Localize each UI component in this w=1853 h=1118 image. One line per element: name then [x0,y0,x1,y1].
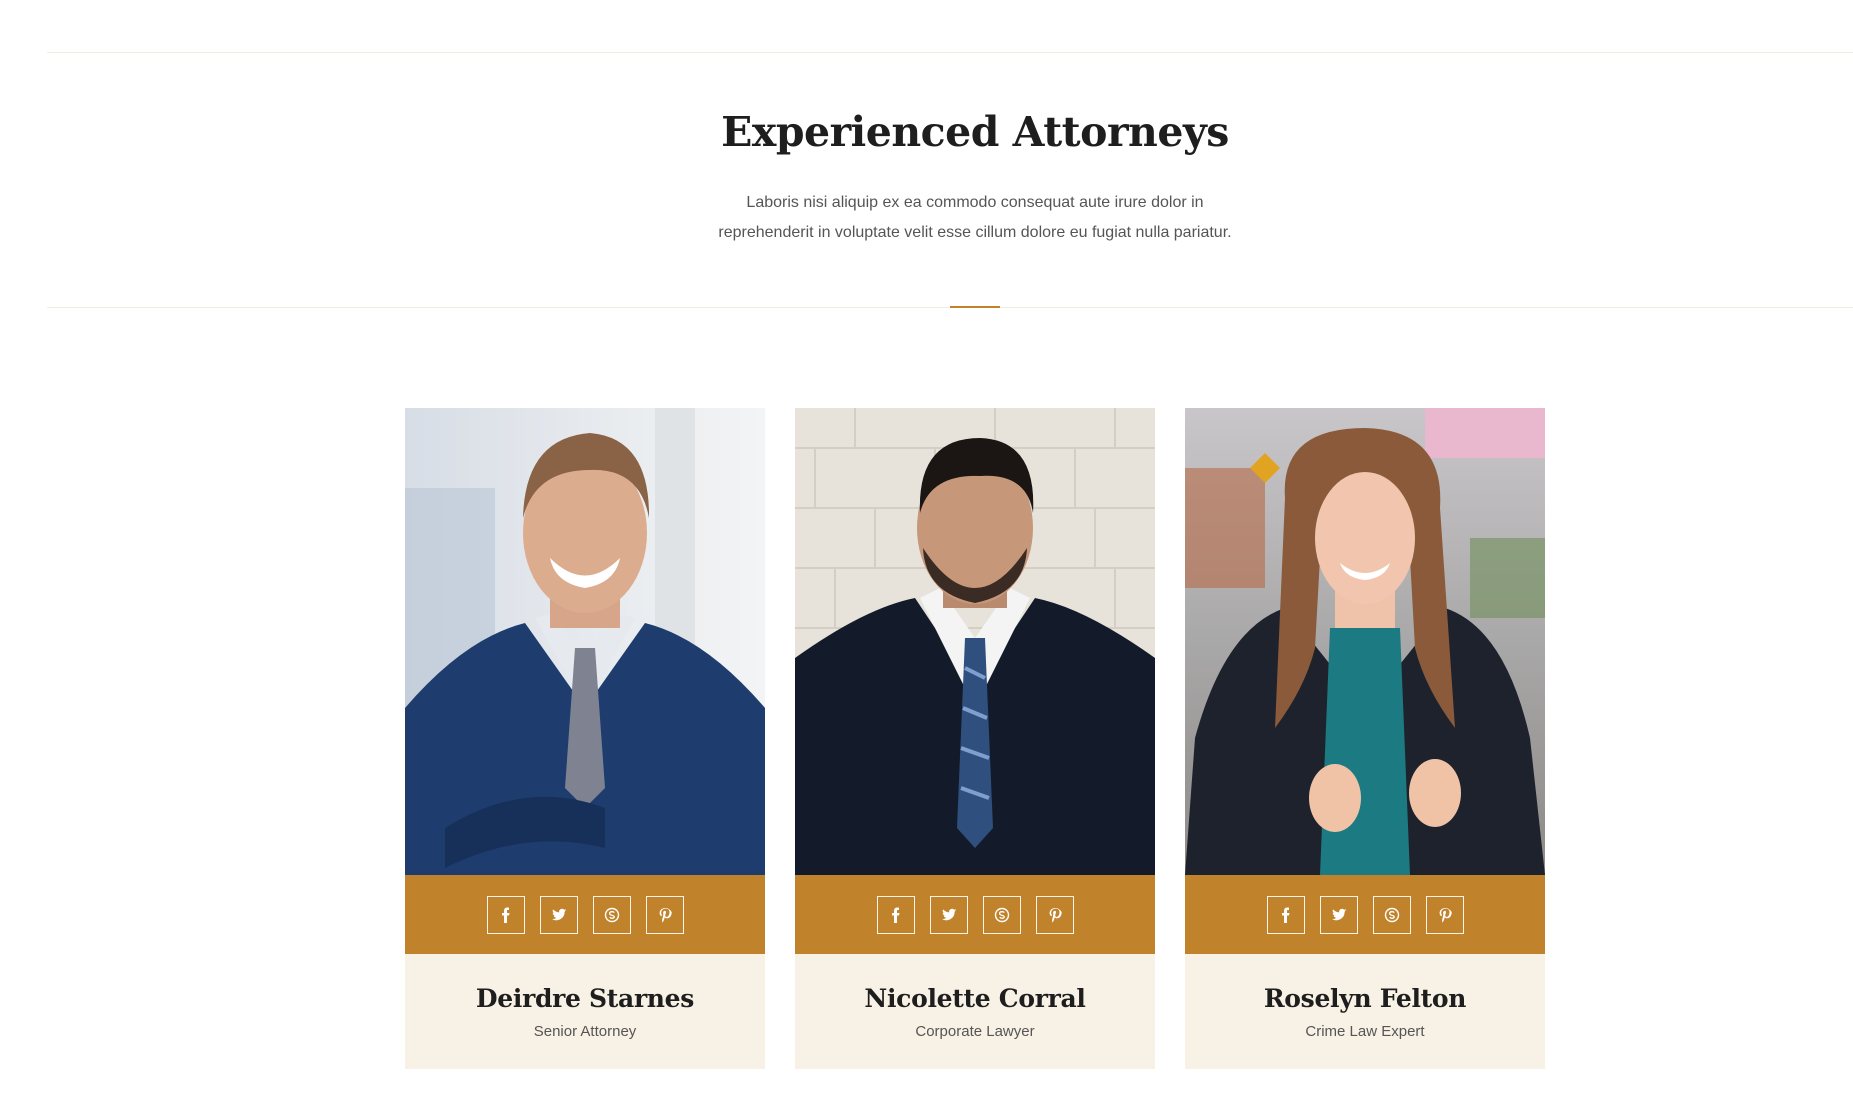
attorney-card: Deirdre Starnes Senior Attorney [405,408,765,1069]
attorneys-section: Experienced Attorneys Laboris nisi aliqu… [0,0,1853,1118]
facebook-icon[interactable] [486,895,525,934]
twitter-icon[interactable] [1319,895,1358,934]
section-title: Experienced Attorneys [721,108,1229,156]
section-intro: Laboris nisi aliquip ex ea commodo conse… [0,188,1853,248]
attorney-card: Nicolette Corral Corporate Lawyer [795,408,1155,1069]
intro-line-2: reprehenderit in voluptate velit esse ci… [718,224,1232,241]
pinterest-icon[interactable] [1425,895,1464,934]
twitter-icon[interactable] [539,895,578,934]
attorney-name: Nicolette Corral [864,984,1086,1013]
attorney-name: Deirdre Starnes [475,984,695,1013]
intro-line-1: Laboris nisi aliquip ex ea commodo conse… [746,194,1204,211]
twitter-icon[interactable] [929,895,968,934]
attorney-photo [1185,408,1545,875]
facebook-icon[interactable] [1266,895,1305,934]
pinterest-icon[interactable] [645,895,684,934]
skype-icon[interactable] [592,895,631,934]
pinterest-icon[interactable] [1035,895,1074,934]
attorney-role: Corporate Lawyer [915,1023,1035,1040]
skype-icon[interactable] [982,895,1021,934]
attorney-role: Crime Law Expert [1305,1023,1425,1040]
social-bar [795,875,1155,954]
attorney-photo [405,408,765,875]
attorney-card: Roselyn Felton Crime Law Expert [1185,408,1545,1069]
social-bar [1185,875,1545,954]
attorney-name: Roselyn Felton [1263,984,1467,1013]
attorney-info: Nicolette Corral Corporate Lawyer [795,954,1155,1069]
skype-icon[interactable] [1372,895,1411,934]
attorney-photo [795,408,1155,875]
top-divider [47,52,1853,53]
attorney-cards: Deirdre Starnes Senior Attorney Nicolett… [405,408,1545,1069]
facebook-icon[interactable] [876,895,915,934]
attorney-info: Roselyn Felton Crime Law Expert [1185,954,1545,1069]
divider-accent [950,306,1000,308]
attorney-role: Senior Attorney [533,1023,637,1040]
attorney-info: Deirdre Starnes Senior Attorney [405,954,765,1069]
social-bar [405,875,765,954]
